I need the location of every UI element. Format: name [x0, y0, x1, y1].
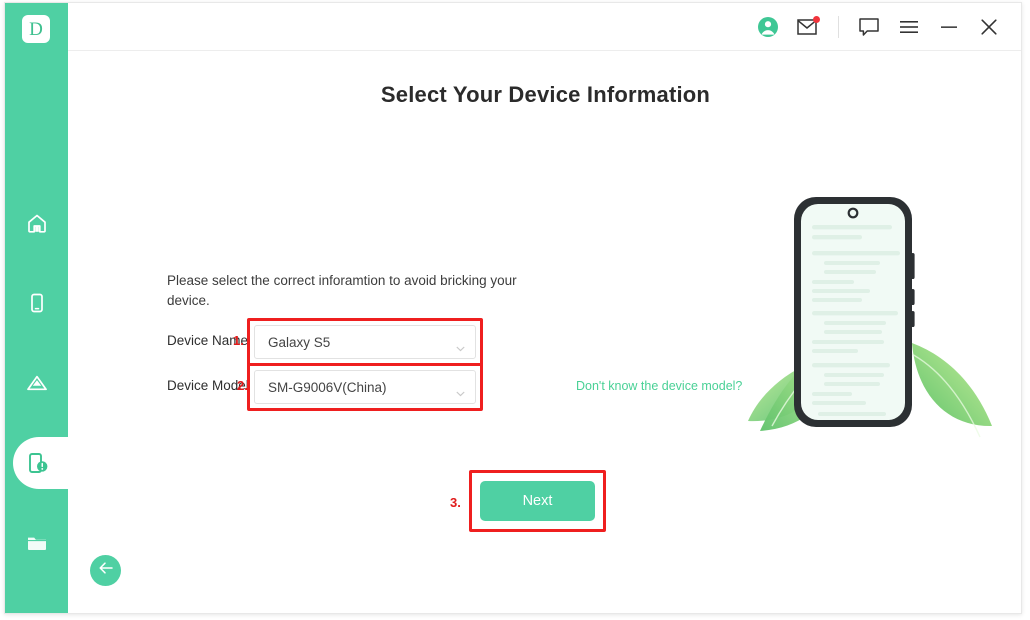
account-icon[interactable] [748, 3, 788, 51]
device-model-select[interactable]: SM-G9006V(China) [254, 370, 476, 404]
sidebar-item-device[interactable] [5, 273, 68, 333]
leaf-right-group [909, 343, 992, 438]
feedback-icon[interactable] [849, 3, 889, 51]
mail-icon[interactable] [788, 3, 828, 51]
sidebar-item-home[interactable] [5, 193, 68, 253]
app-window: D Select Your Device Information Please … [0, 0, 1030, 620]
chevron-down-icon [456, 339, 465, 357]
step-marker-2: 2. [237, 378, 248, 393]
sidebar-item-repair[interactable] [5, 433, 75, 493]
home-icon [25, 211, 49, 235]
next-button[interactable]: Next [480, 481, 595, 521]
mail-badge-dot [813, 16, 820, 23]
chevron-down-icon [456, 384, 465, 402]
next-button-wrap: 3. Next [450, 470, 606, 532]
sidebar: D [5, 3, 75, 613]
sidebar-item-files[interactable] [5, 513, 68, 573]
device-name-value: Galaxy S5 [268, 334, 331, 350]
step-marker-3: 3. [450, 495, 461, 510]
device-name-select[interactable]: Galaxy S5 [254, 325, 476, 359]
app-logo: D [22, 15, 50, 43]
phone-icon [25, 291, 49, 315]
device-model-help-link[interactable]: Don't know the device model? [576, 379, 742, 393]
device-model-select-wrap: SM-G9006V(China) Don't know the device m… [247, 363, 742, 411]
menu-icon[interactable] [889, 3, 929, 51]
device-model-value: SM-G9006V(China) [268, 379, 387, 395]
arrow-left-icon [98, 561, 114, 580]
titlebar-icons [748, 3, 1009, 51]
device-name-select-wrap: Galaxy S5 [247, 318, 483, 366]
instruction-text: Please select the correct inforamtion to… [167, 273, 517, 308]
main-content: Select Your Device Information Please se… [68, 51, 1021, 613]
titlebar-divider [838, 16, 839, 38]
close-icon[interactable] [969, 3, 1009, 51]
phone-illustration [730, 181, 1010, 481]
page-title: Select Your Device Information [380, 82, 711, 107]
titlebar [68, 3, 1021, 51]
phone-alert-icon [24, 450, 50, 476]
back-button[interactable] [90, 555, 121, 586]
app-logo-letter: D [29, 18, 43, 40]
window-frame: D Select Your Device Information Please … [4, 2, 1022, 614]
minimize-icon[interactable] [929, 3, 969, 51]
step-marker-1: 1. [233, 333, 244, 348]
cloud-up-icon [25, 371, 49, 395]
sidebar-item-backup[interactable] [5, 353, 68, 413]
folder-icon [25, 531, 49, 555]
sidebar-nav [5, 193, 75, 593]
